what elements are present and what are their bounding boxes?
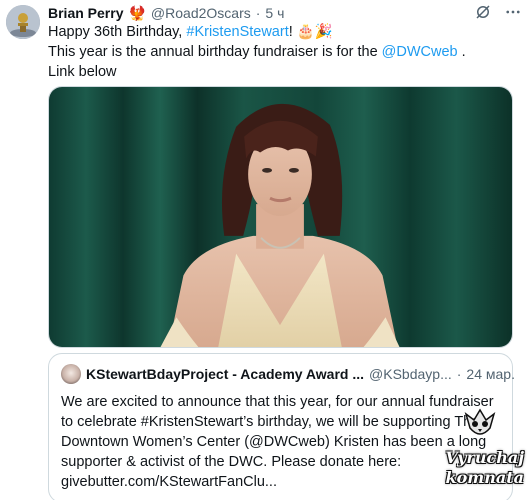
tweet-line-1: Happy 36th Birthday, #KristenStewart! 🎂🎉: [48, 22, 518, 42]
tweet-text: Happy 36th Birthday, #KristenStewart! 🎂🎉…: [48, 22, 518, 82]
quoted-author-name[interactable]: KStewartBdayProject - Academy Award ...: [86, 366, 364, 382]
tweet-header: Brian Perry 🐦‍🔥 @Road2Oscars · 5 ч: [48, 4, 284, 22]
tweet-photo[interactable]: [48, 86, 513, 348]
watermark-logo: Vyruchaj komnata: [426, 404, 526, 496]
author-emoji: 🐦‍🔥: [128, 4, 146, 21]
separator-dot: ·: [255, 5, 261, 21]
tweet-text-segment: ! 🎂🎉: [288, 24, 333, 40]
hashtag-link[interactable]: #KristenStewart: [186, 24, 288, 40]
tweet-text-segment: This year is the annual birthday fundrai…: [48, 44, 382, 60]
tweet-line-3: Link below: [48, 64, 117, 80]
author-name[interactable]: Brian Perry: [48, 5, 123, 21]
tweet-time[interactable]: 5 ч: [265, 5, 284, 21]
separator-dot: ·: [456, 366, 462, 382]
quoted-author-handle[interactable]: @KSbdayp...: [369, 366, 452, 382]
quoted-author-avatar[interactable]: [61, 364, 81, 384]
author-avatar[interactable]: [6, 5, 40, 39]
tweet-line-2: This year is the annual birthday fundrai…: [48, 42, 518, 62]
quoted-tweet-time[interactable]: 24 мар.: [466, 366, 515, 382]
quoted-tweet-header: KStewartBdayProject - Academy Award ... …: [61, 364, 515, 384]
author-handle[interactable]: @Road2Oscars: [151, 5, 251, 21]
watermark-text-2: komnata: [445, 468, 524, 487]
mention-link[interactable]: @DWCweb: [382, 44, 458, 60]
tweet-text-segment: .: [457, 44, 466, 60]
tweet-text-segment: Happy 36th Birthday,: [48, 24, 187, 40]
owl-icon: [464, 408, 496, 435]
watermark-text-1: Vyruchaj: [445, 448, 524, 467]
